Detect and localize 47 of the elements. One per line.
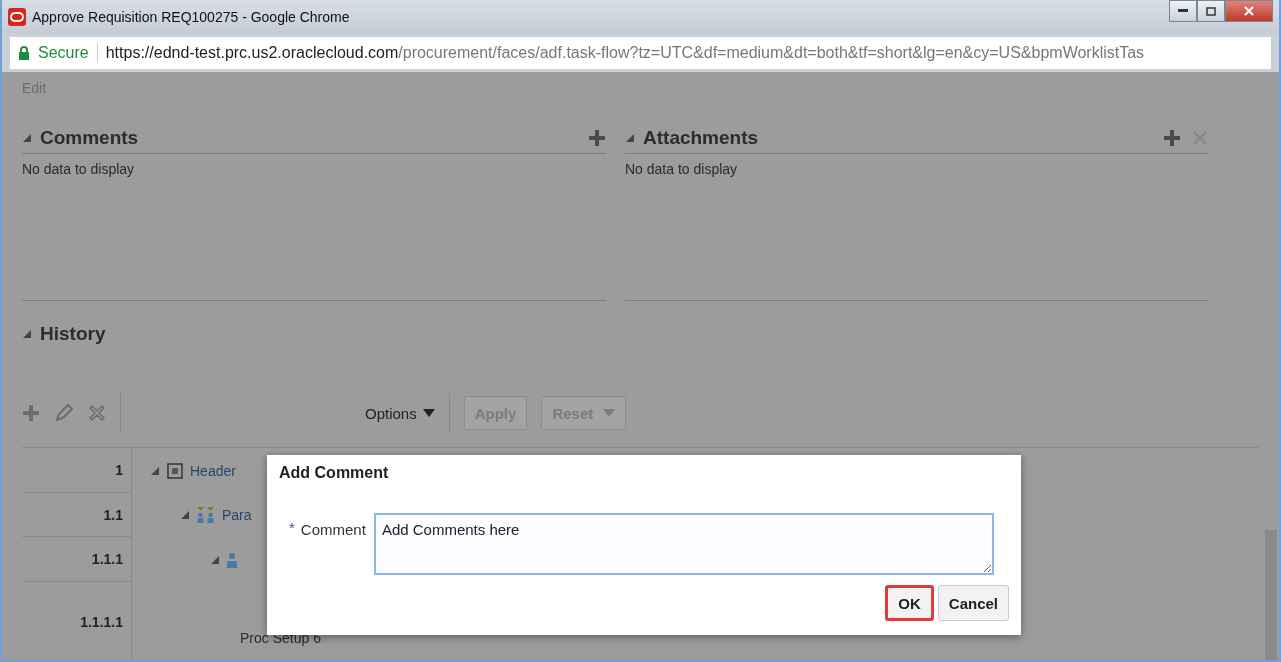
close-button[interactable]	[1225, 0, 1273, 22]
maximize-button[interactable]	[1197, 0, 1225, 22]
empty-message: No data to display	[625, 161, 738, 177]
cancel-button[interactable]: Cancel	[937, 585, 1009, 621]
address-bar[interactable]: Secure https://ednd-test.prc.us2.oraclecloud.com/procurement/faces/adf.task-flow?tz=UTC&df=medium&dt=both&tf=short&lg=en&cy=US&bpmWorklistTas	[10, 37, 1271, 69]
add-icon[interactable]	[588, 129, 606, 147]
collapse-icon[interactable]	[180, 510, 190, 520]
document-icon	[166, 461, 184, 480]
add-icon[interactable]	[1163, 129, 1181, 147]
group-icon	[196, 506, 216, 524]
row-number: 1	[22, 448, 132, 493]
delete-icon[interactable]	[88, 404, 106, 422]
scrollbar[interactable]	[1265, 530, 1277, 660]
security-label: Secure	[38, 44, 89, 62]
panel-title: Attachments	[643, 127, 759, 149]
dialog-title: Add Comment	[279, 464, 390, 482]
collapse-icon[interactable]	[22, 133, 32, 143]
tree-node-label[interactable]: Para	[222, 507, 252, 523]
field-label: Comment	[300, 521, 366, 538]
minimize-icon	[1178, 9, 1188, 13]
caret-icon	[422, 409, 435, 417]
collapse-icon[interactable]	[625, 133, 635, 143]
collapse-icon[interactable]	[150, 465, 160, 476]
row-number: 1.1.1	[22, 537, 132, 582]
maximize-icon	[1206, 6, 1216, 16]
required-mark: *	[289, 519, 295, 536]
browser-logo-icon	[8, 8, 26, 26]
tree-node-label[interactable]: Header	[190, 462, 236, 479]
options-menu[interactable]: Options	[365, 404, 435, 422]
collapse-icon[interactable]	[210, 554, 220, 565]
empty-message: No data to display	[22, 161, 135, 177]
collapse-icon[interactable]	[22, 329, 32, 339]
comment-field[interactable]: Add Comments here	[373, 513, 994, 575]
caret-icon	[603, 409, 616, 417]
panel-title: Comments	[40, 127, 139, 149]
lock-icon	[18, 46, 30, 60]
edit-icon[interactable]	[54, 403, 74, 423]
row-number: 1.1.1.1	[22, 582, 132, 660]
user-icon	[226, 550, 238, 569]
row-number: 1.1	[22, 493, 132, 537]
close-icon	[1244, 6, 1254, 16]
minimize-button[interactable]	[1169, 0, 1197, 22]
url-text: https://ednd-test.prc.us2.oraclecloud.com/procurement/faces/adf.task-flow?tz=UTC&df=medium&dt=both&tf=short&lg=en&cy=US&bpmWorklistTas	[105, 44, 1145, 62]
add-icon[interactable]	[22, 404, 40, 422]
window-title: Approve Requisition REQ100275 - Google Chrome	[32, 9, 350, 25]
section-title: History	[40, 323, 106, 345]
ok-button[interactable]: OK	[885, 585, 934, 621]
